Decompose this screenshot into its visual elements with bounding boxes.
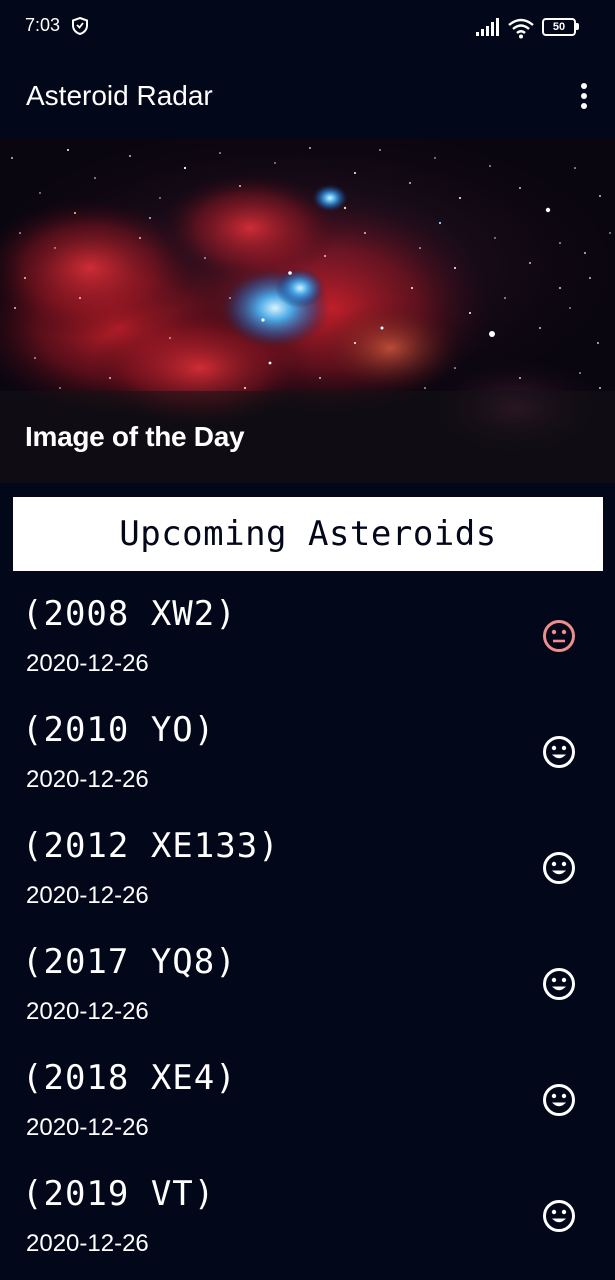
list-item[interactable]: (2012 XE133) 2020-12-26 — [0, 810, 615, 926]
more-vertical-icon[interactable] — [573, 80, 595, 112]
asteroid-date: 2020-12-26 — [26, 1114, 149, 1141]
list-item[interactable]: (2018 XE4) 2020-12-26 — [0, 1042, 615, 1158]
status-bar: 7:03 50 — [0, 0, 615, 56]
image-of-the-day[interactable]: Image of the Day — [0, 138, 615, 483]
list-item[interactable]: (2017 YQ8) 2020-12-26 — [0, 926, 615, 1042]
battery-level: 50 — [542, 18, 576, 36]
asteroid-name: (2008 XW2) — [22, 594, 237, 634]
asteroid-name: (2019 VT) — [22, 1174, 216, 1214]
asteroid-name: (2017 YQ8) — [22, 942, 237, 982]
asteroid-date: 2020-12-26 — [26, 1230, 149, 1257]
asteroid-name: (2010 YO) — [22, 710, 216, 750]
app-bar: Asteroid Radar — [0, 56, 615, 138]
battery-icon: 50 — [542, 18, 579, 36]
shield-icon — [72, 17, 88, 35]
asteroid-name: (2012 XE133) — [22, 826, 280, 866]
signal-icon — [476, 18, 499, 36]
list-item[interactable]: (2008 XW2) 2020-12-26 — [0, 578, 615, 694]
asteroid-name: (2018 XE4) — [22, 1058, 237, 1098]
smiley-face-icon — [543, 852, 575, 884]
image-caption-bar: Image of the Day — [0, 391, 615, 483]
list-item[interactable]: (2010 YO) 2020-12-26 — [0, 694, 615, 810]
status-time: 7:03 — [25, 15, 61, 35]
section-header: Upcoming Asteroids — [13, 497, 603, 571]
smiley-face-icon — [543, 736, 575, 768]
section-title: Upcoming Asteroids — [119, 514, 497, 554]
smiley-face-icon — [543, 968, 575, 1000]
wifi-icon — [508, 18, 534, 39]
asteroid-date: 2020-12-26 — [26, 998, 149, 1025]
asteroid-date: 2020-12-26 — [26, 650, 149, 677]
image-caption: Image of the Day — [25, 421, 245, 452]
asteroid-date: 2020-12-26 — [26, 766, 149, 793]
smiley-face-icon — [543, 1200, 575, 1232]
list-item[interactable]: (2019 VT) 2020-12-26 — [0, 1158, 615, 1274]
neutral-face-icon — [543, 620, 575, 652]
app-title: Asteroid Radar — [26, 80, 213, 111]
asteroid-list[interactable]: (2008 XW2) 2020-12-26 (2010 YO) 2020-12-… — [0, 578, 615, 1274]
smiley-face-icon — [543, 1084, 575, 1116]
asteroid-date: 2020-12-26 — [26, 882, 149, 909]
